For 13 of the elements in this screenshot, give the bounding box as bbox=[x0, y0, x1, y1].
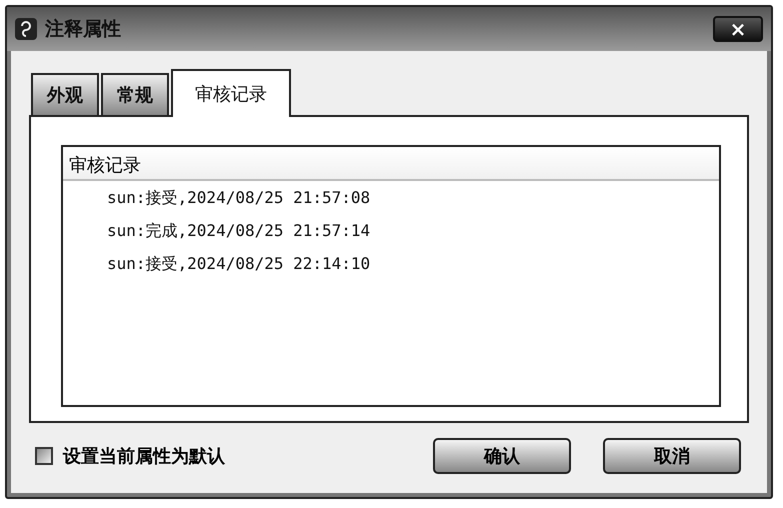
close-button[interactable]: × bbox=[713, 16, 763, 42]
list-item[interactable]: sun:完成,2024/08/25 21:57:14 bbox=[63, 214, 719, 247]
checkbox[interactable] bbox=[35, 447, 53, 465]
dialog-button[interactable]: 确认 bbox=[433, 438, 571, 474]
tab[interactable]: 常规 bbox=[101, 73, 169, 115]
window-title: 注释属性 bbox=[45, 17, 122, 42]
tab[interactable]: 审核记录 bbox=[171, 69, 291, 117]
list-item[interactable]: sun:接受,2024/08/25 21:57:08 bbox=[63, 181, 719, 214]
tab[interactable]: 外观 bbox=[31, 73, 99, 115]
dialog-button[interactable]: 取消 bbox=[603, 438, 741, 474]
list-item[interactable]: sun:接受,2024/08/25 22:14:10 bbox=[63, 247, 719, 280]
app-icon bbox=[15, 18, 37, 40]
checkbox-label: 设置当前属性为默认 bbox=[63, 445, 225, 468]
